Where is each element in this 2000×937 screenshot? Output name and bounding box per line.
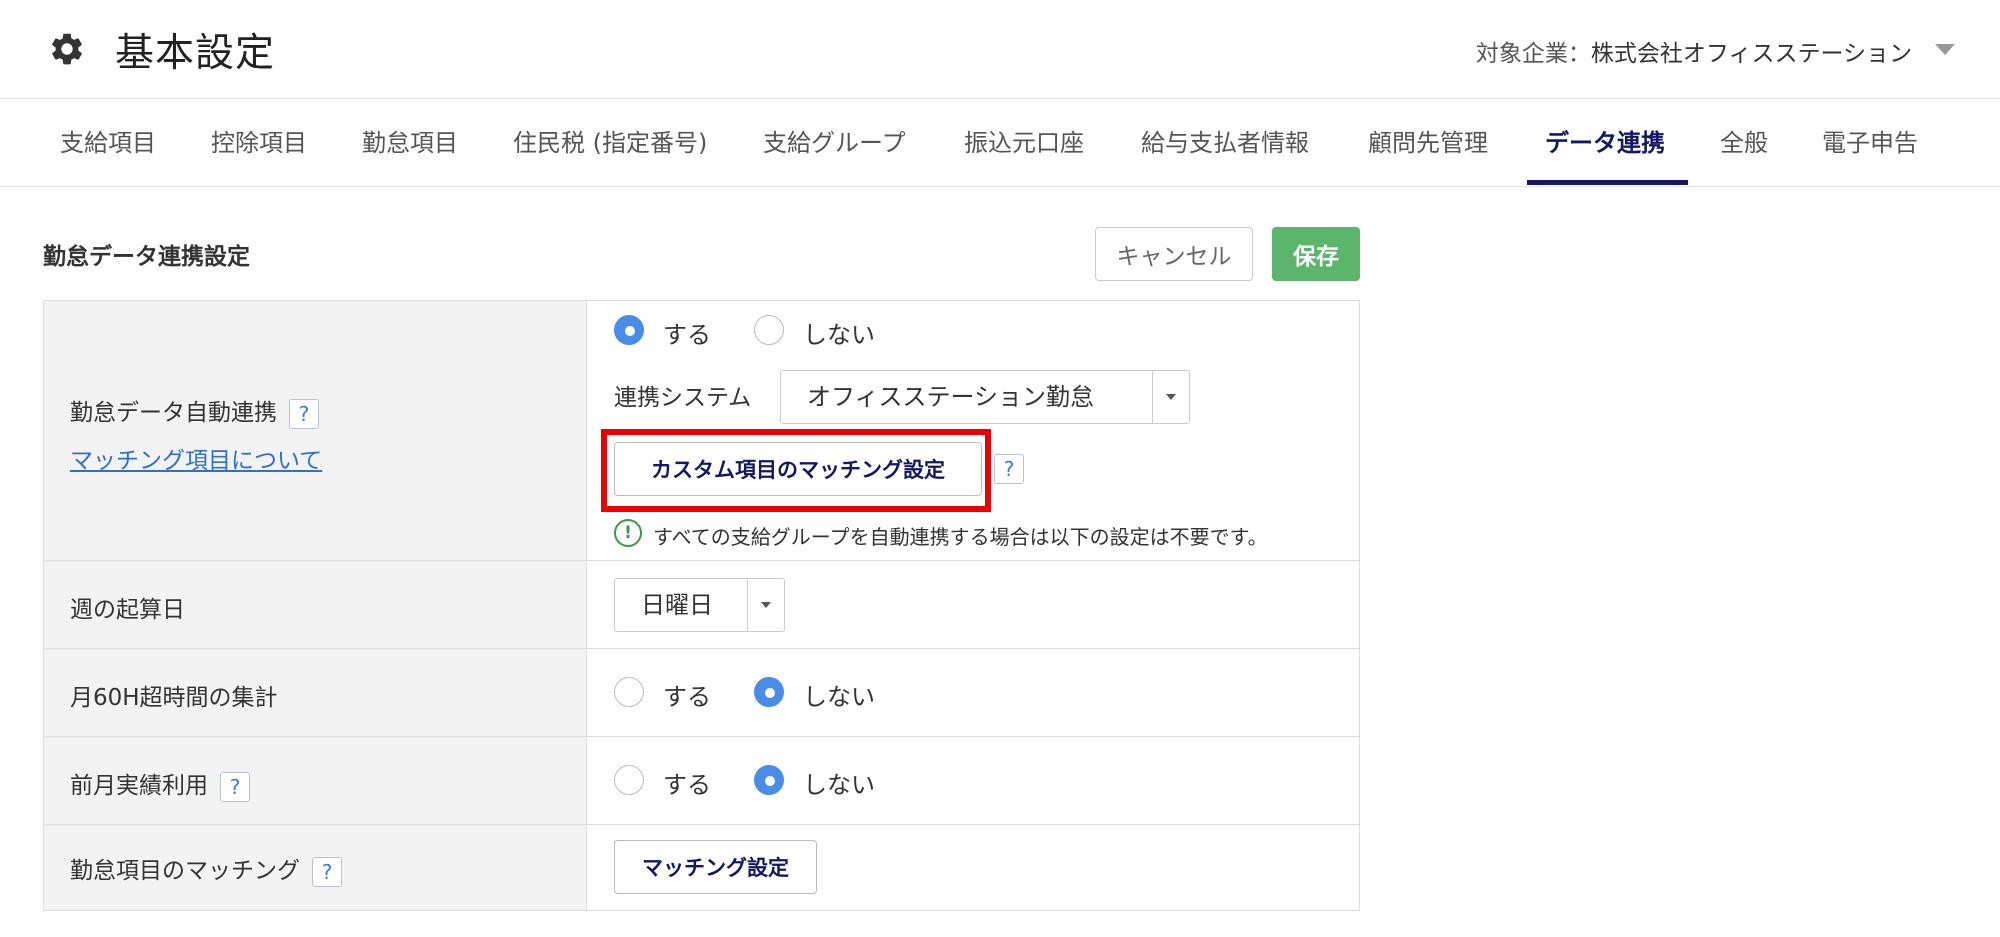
prev-month-yes-label: する (663, 771, 711, 799)
chevron-down-icon[interactable] (1935, 44, 1955, 55)
prev-month-label: 前月実績利用? (70, 766, 250, 802)
active-tab-indicator (1527, 180, 1688, 185)
auto-link-no-label: しない (803, 321, 875, 349)
attendance-matching-label: 勤怠項目のマッチング? (70, 851, 342, 887)
prev-month-no-radio[interactable] (754, 765, 784, 795)
company-name: 株式会社オフィスステーション (1590, 41, 1912, 67)
auto-link-label: 勤怠データ自動連携? (70, 393, 319, 429)
prev-month-label-text: 前月実績利用 (70, 773, 208, 799)
help-icon[interactable]: ? (994, 454, 1024, 484)
prev-month-yes-radio[interactable] (614, 765, 644, 795)
help-icon[interactable]: ? (220, 771, 250, 802)
row-attendance-matching: 勤怠項目のマッチング? マッチング設定 (44, 824, 1359, 910)
select-divider (747, 579, 748, 631)
overtime-60h-label: 月60H超時間の集計 (70, 685, 278, 711)
row-value-cell: する しない (587, 737, 1359, 824)
overtime-60h-yes-radio[interactable] (614, 677, 644, 707)
week-start-value: 日曜日 (641, 591, 713, 619)
page-header: 基本設定 対象企業：株式会社オフィスステーション (0, 0, 2000, 99)
tab-e-filing[interactable]: 電子申告 (1822, 99, 1918, 187)
row-value-cell: する しない (587, 649, 1359, 736)
tab-payer-info[interactable]: 給与支払者情報 (1141, 99, 1309, 187)
section-title: 勤怠データ連携設定 (43, 244, 250, 270)
row-overtime-60h: 月60H超時間の集計 する しない (44, 648, 1359, 736)
auto-link-no-radio[interactable] (754, 315, 784, 345)
row-label-cell: 週の起算日 (44, 561, 587, 648)
tab-payment-group[interactable]: 支給グループ (763, 99, 906, 187)
tab-transfer-account[interactable]: 振込元口座 (964, 99, 1084, 187)
auto-link-yes-label: する (663, 321, 711, 349)
company-selector[interactable]: 対象企業：株式会社オフィスステーション (1476, 34, 1912, 68)
row-label-cell: 勤怠データ自動連携? マッチング項目について (44, 301, 587, 560)
settings-table: 勤怠データ自動連携? マッチング項目について する しない 連携システム オフィ… (43, 300, 1360, 911)
overtime-60h-yes-label: する (663, 683, 711, 711)
auto-link-label-text: 勤怠データ自動連携 (70, 400, 277, 426)
tab-attendance-items[interactable]: 勤怠項目 (362, 99, 458, 187)
prev-month-no-label: しない (803, 771, 875, 799)
row-label-cell: 前月実績利用? (44, 737, 587, 824)
week-start-label: 週の起算日 (70, 597, 185, 623)
link-system-label: 連携システム (614, 385, 752, 411)
attendance-matching-label-text: 勤怠項目のマッチング (70, 858, 300, 884)
gear-icon (52, 33, 82, 65)
tab-resident-tax[interactable]: 住民税 (指定番号) (513, 99, 707, 187)
row-value-cell: マッチング設定 (587, 825, 1359, 910)
tab-payment-items[interactable]: 支給項目 (60, 99, 156, 187)
row-week-start: 週の起算日 日曜日 (44, 560, 1359, 648)
cancel-button[interactable]: キャンセル (1095, 227, 1253, 281)
row-prev-month: 前月実績利用? する しない (44, 736, 1359, 824)
tab-client-management[interactable]: 顧問先管理 (1368, 99, 1488, 187)
auto-link-yes-radio[interactable] (614, 315, 644, 345)
chevron-down-icon (1166, 394, 1176, 400)
tab-deduction-items[interactable]: 控除項目 (211, 99, 307, 187)
page-title: 基本設定 (115, 31, 276, 76)
week-start-select[interactable]: 日曜日 (614, 578, 785, 632)
save-button[interactable]: 保存 (1272, 227, 1360, 281)
row-label-cell: 勤怠項目のマッチング? (44, 825, 587, 910)
row-value-cell: 日曜日 (587, 561, 1359, 648)
row-label-cell: 月60H超時間の集計 (44, 649, 587, 736)
info-icon: ! (614, 519, 642, 547)
help-icon[interactable]: ? (289, 398, 319, 429)
select-divider (1152, 371, 1153, 423)
custom-matching-button[interactable]: カスタム項目のマッチング設定 (614, 442, 982, 496)
help-icon[interactable]: ? (312, 856, 342, 887)
tab-data-link[interactable]: データ連携 (1545, 99, 1665, 187)
link-system-select[interactable]: オフィスステーション勤怠 (780, 370, 1190, 424)
chevron-down-icon (761, 602, 771, 608)
company-label: 対象企業： (1475, 41, 1591, 67)
link-system-value: オフィスステーション勤怠 (807, 383, 1095, 411)
tab-bar: 支給項目 控除項目 勤怠項目 住民税 (指定番号) 支給グループ 振込元口座 給… (0, 99, 2000, 187)
matching-settings-button[interactable]: マッチング設定 (614, 840, 817, 894)
info-message: すべての支給グループを自動連携する場合は以下の設定は不要です。 (653, 525, 1268, 549)
matching-items-link[interactable]: マッチング項目について (70, 441, 322, 475)
row-auto-link: 勤怠データ自動連携? マッチング項目について する しない 連携システム オフィ… (44, 301, 1359, 560)
tab-general[interactable]: 全般 (1720, 99, 1768, 187)
row-value-cell: する しない 連携システム オフィスステーション勤怠 カスタム項目のマッチング設… (587, 301, 1359, 560)
overtime-60h-no-radio[interactable] (754, 677, 784, 707)
overtime-60h-no-label: しない (803, 683, 875, 711)
